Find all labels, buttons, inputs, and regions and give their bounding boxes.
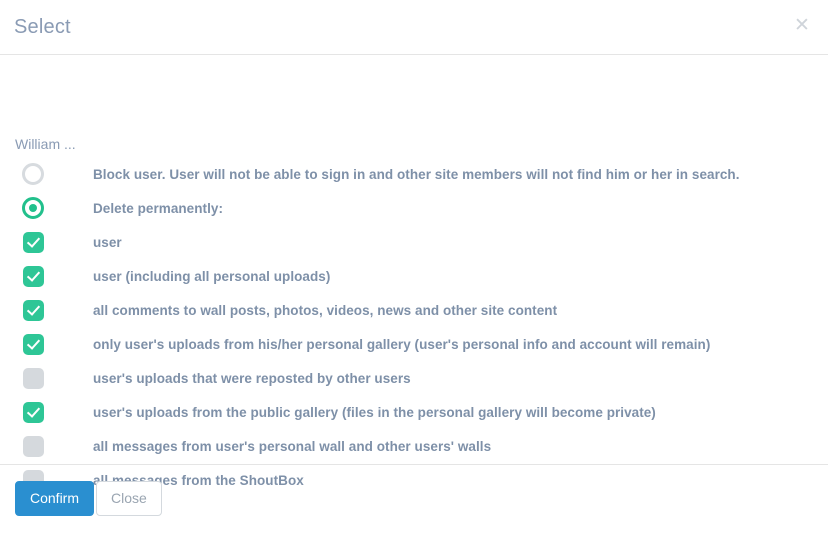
option-row-user-including-uploads[interactable]: user (including all personal uploads) (0, 259, 828, 293)
checkbox-wall-messages[interactable] (22, 435, 44, 457)
option-label-user[interactable]: user (66, 235, 122, 250)
dialog-footer: Confirm Close (0, 464, 828, 533)
option-list: Block user. User will not be able to sig… (0, 157, 828, 497)
option-row-personal-gallery-uploads[interactable]: only user's uploads from his/her persona… (0, 327, 828, 361)
option-row-user[interactable]: user (0, 225, 828, 259)
option-label-reposted-uploads[interactable]: user's uploads that were reposted by oth… (66, 371, 411, 386)
option-row-delete-permanently[interactable]: Delete permanently: (0, 191, 828, 225)
dialog-title: Select (14, 16, 71, 38)
checkbox-all-comments[interactable] (22, 299, 44, 321)
dialog-body: William ... Block user. User will not be… (0, 55, 828, 491)
option-label-block-user[interactable]: Block user. User will not be able to sig… (66, 167, 740, 182)
control-cell (0, 163, 66, 185)
option-label-personal-gallery-uploads[interactable]: only user's uploads from his/her persona… (66, 337, 710, 352)
control-cell (0, 367, 66, 389)
control-cell (0, 197, 66, 219)
dialog-header: Select ✕ (0, 0, 828, 55)
radio-delete-permanently[interactable] (22, 197, 44, 219)
option-row-public-gallery-uploads[interactable]: user's uploads from the public gallery (… (0, 395, 828, 429)
checkbox-public-gallery-uploads[interactable] (22, 401, 44, 423)
control-cell (0, 265, 66, 287)
checkbox-user-including-uploads[interactable] (22, 265, 44, 287)
close-icon[interactable]: ✕ (789, 13, 815, 39)
checkbox-reposted-uploads[interactable] (22, 367, 44, 389)
control-cell (0, 333, 66, 355)
option-label-delete-permanently[interactable]: Delete permanently: (66, 201, 223, 216)
control-cell (0, 299, 66, 321)
option-row-wall-messages[interactable]: all messages from user's personal wall a… (0, 429, 828, 463)
option-row-all-comments[interactable]: all comments to wall posts, photos, vide… (0, 293, 828, 327)
control-cell (0, 401, 66, 423)
option-label-all-comments[interactable]: all comments to wall posts, photos, vide… (66, 303, 557, 318)
control-cell (0, 435, 66, 457)
option-label-wall-messages[interactable]: all messages from user's personal wall a… (66, 439, 491, 454)
checkbox-personal-gallery-uploads[interactable] (22, 333, 44, 355)
control-cell (0, 231, 66, 253)
confirm-button[interactable]: Confirm (15, 481, 95, 516)
option-label-user-including-uploads[interactable]: user (including all personal uploads) (66, 269, 330, 284)
option-label-public-gallery-uploads[interactable]: user's uploads from the public gallery (… (66, 405, 656, 420)
radio-block-user[interactable] (22, 163, 44, 185)
select-dialog: Select ✕ William ... Block user. User wi… (0, 0, 828, 533)
option-row-block-user[interactable]: Block user. User will not be able to sig… (0, 157, 828, 191)
option-row-reposted-uploads[interactable]: user's uploads that were reposted by oth… (0, 361, 828, 395)
checkbox-user[interactable] (22, 231, 44, 253)
user-name-label: William ... (15, 136, 76, 152)
close-button[interactable]: Close (96, 481, 162, 516)
